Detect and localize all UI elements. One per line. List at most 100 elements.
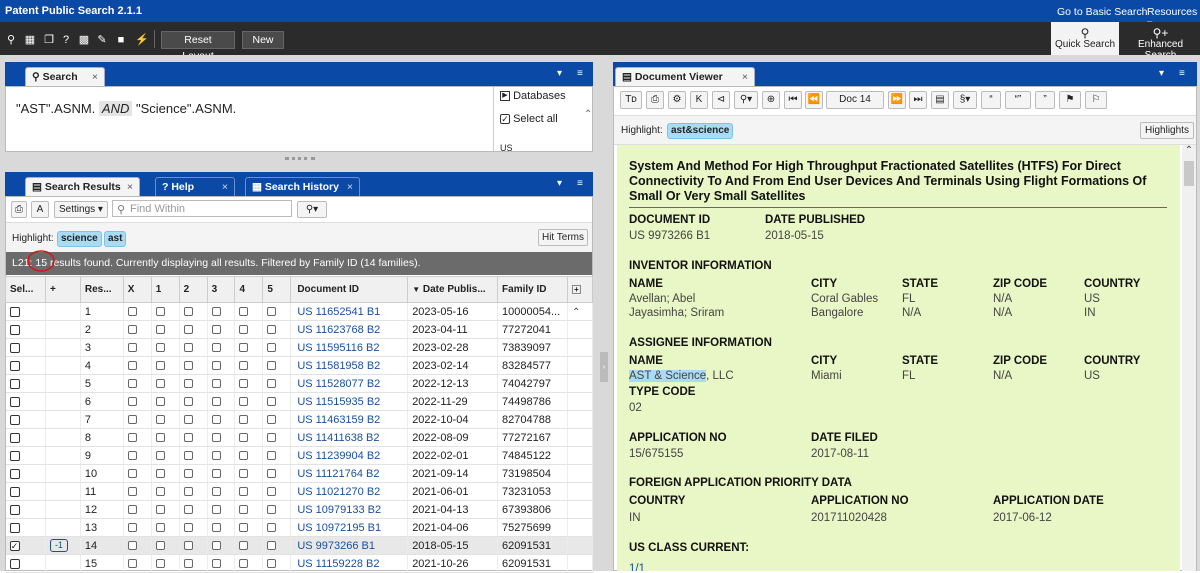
- row-flag-cell[interactable]: [123, 302, 152, 321]
- row-flag-cell[interactable]: [123, 410, 152, 429]
- row-flag-cell[interactable]: [179, 356, 208, 375]
- row-flag-cell[interactable]: [179, 392, 208, 411]
- row-flag-cell[interactable]: [262, 482, 292, 501]
- document-id-cell[interactable]: US 9973266 B1: [290, 536, 409, 555]
- row-flag-cell[interactable]: [262, 500, 292, 519]
- row-flag-checkbox[interactable]: [211, 451, 221, 461]
- col-date-published[interactable]: ▼ Date Publis...: [407, 276, 499, 303]
- row-flag-cell[interactable]: [179, 302, 208, 321]
- row-flag-cell[interactable]: [123, 392, 152, 411]
- row-select-checkbox[interactable]: [9, 558, 20, 569]
- document-id-link[interactable]: US 10972195 B1: [297, 522, 381, 534]
- row-expand-cell[interactable]: [45, 482, 81, 501]
- share-icon[interactable]: ⊲: [712, 91, 730, 109]
- row-flag-cell[interactable]: [151, 302, 180, 321]
- row-flag-checkbox[interactable]: [155, 469, 165, 479]
- row-flag-checkbox[interactable]: [155, 379, 165, 389]
- row-flag-checkbox[interactable]: [127, 361, 137, 371]
- document-id-link[interactable]: US 11239904 B2: [297, 450, 380, 462]
- table-row[interactable]: 12 US 10979133 B2 2021-04-13 67393806: [5, 500, 594, 519]
- note-icon[interactable]: ■: [115, 34, 127, 46]
- document-id-link[interactable]: US 11515935 B2: [297, 396, 380, 408]
- row-flag-checkbox[interactable]: [239, 523, 249, 533]
- document-id-link[interactable]: US 11121764 B2: [297, 468, 379, 480]
- document-id-cell[interactable]: US 11411638 B2: [290, 428, 409, 447]
- row-flag-cell[interactable]: [262, 392, 292, 411]
- pane-menu-icon[interactable]: ≡: [577, 68, 583, 79]
- row-flag-cell[interactable]: [234, 356, 264, 375]
- row-flag-checkbox[interactable]: [127, 541, 137, 551]
- document-id-cell[interactable]: US 11463159 B2: [290, 410, 409, 429]
- row-flag-checkbox[interactable]: [211, 325, 221, 335]
- family-badge[interactable]: -1: [49, 539, 68, 552]
- row-flag-cell[interactable]: [151, 446, 180, 465]
- row-flag-checkbox[interactable]: [183, 379, 193, 389]
- document-id-link[interactable]: US 11411638 B2: [297, 432, 379, 444]
- gear-icon[interactable]: ⚙: [668, 91, 686, 109]
- row-flag-checkbox[interactable]: [239, 397, 249, 407]
- row-flag-cell[interactable]: [262, 374, 292, 393]
- row-flag-cell[interactable]: [179, 446, 208, 465]
- row-flag-checkbox[interactable]: [155, 361, 165, 371]
- tab-search-results[interactable]: ▤ Search Results ×: [25, 177, 140, 196]
- table-row[interactable]: 15 US 11159228 B2 2021-10-26 62091531: [5, 554, 594, 573]
- row-flag-checkbox[interactable]: [127, 379, 137, 389]
- row-flag-cell[interactable]: [179, 374, 208, 393]
- row-flag-cell[interactable]: [151, 410, 180, 429]
- row-select-checkbox[interactable]: [9, 504, 20, 515]
- row-select-cell[interactable]: [5, 302, 46, 321]
- row-flag-cell[interactable]: [234, 392, 264, 411]
- row-flag-checkbox[interactable]: [267, 523, 277, 533]
- row-flag-checkbox[interactable]: [267, 541, 277, 551]
- row-flag-cell[interactable]: [234, 338, 264, 357]
- row-flag-cell[interactable]: [123, 536, 152, 555]
- select-all-checkbox[interactable]: ✓ Select all: [500, 113, 558, 125]
- chevron-down-icon[interactable]: ▾: [1159, 68, 1164, 79]
- row-expand-cell[interactable]: [45, 554, 81, 573]
- row-flag-checkbox[interactable]: [239, 505, 249, 515]
- row-flag-checkbox[interactable]: [267, 307, 277, 317]
- edit-icon[interactable]: ✎: [96, 34, 108, 46]
- row-flag-checkbox[interactable]: [211, 523, 221, 533]
- row-flag-cell[interactable]: [179, 464, 208, 483]
- row-flag-cell[interactable]: [123, 428, 152, 447]
- document-id-link[interactable]: US 11652541 B1: [297, 306, 380, 318]
- row-flag-cell[interactable]: [123, 500, 152, 519]
- tab-help[interactable]: ? Help ×: [155, 177, 235, 196]
- row-flag-checkbox[interactable]: [267, 559, 277, 569]
- row-select-checkbox[interactable]: [9, 486, 20, 497]
- table-row[interactable]: 7 US 11463159 B2 2022-10-04 82704788: [5, 410, 594, 429]
- row-flag-cell[interactable]: [207, 410, 236, 429]
- row-select-checkbox[interactable]: [9, 360, 20, 371]
- highlights-button[interactable]: Highlights: [1140, 122, 1194, 139]
- row-flag-cell[interactable]: [151, 338, 180, 357]
- row-select-cell[interactable]: [5, 374, 46, 393]
- row-flag-checkbox[interactable]: [267, 361, 277, 371]
- row-flag-cell[interactable]: [151, 374, 180, 393]
- reset-layout-button[interactable]: Reset Layout: [161, 31, 235, 62]
- row-flag-checkbox[interactable]: [267, 415, 277, 425]
- new-button[interactable]: New: [242, 31, 284, 49]
- table-row[interactable]: 8 US 11411638 B2 2022-08-09 77272167: [5, 428, 594, 447]
- row-select-cell[interactable]: [5, 428, 46, 447]
- row-flag-cell[interactable]: [234, 302, 264, 321]
- row-flag-checkbox[interactable]: [155, 523, 165, 533]
- row-flag-cell[interactable]: [207, 392, 236, 411]
- row-select-cell[interactable]: [5, 518, 46, 537]
- row-expand-cell[interactable]: [45, 338, 81, 357]
- table-row[interactable]: 2 US 11623768 B2 2023-04-11 77272041: [5, 320, 594, 339]
- col-expand[interactable]: +: [566, 276, 594, 303]
- row-flag-cell[interactable]: [179, 428, 208, 447]
- print-icon[interactable]: ⎙: [646, 91, 664, 109]
- row-flag-cell[interactable]: [234, 482, 264, 501]
- kwic-icon[interactable]: K: [690, 91, 708, 109]
- row-select-cell[interactable]: ✓: [5, 536, 46, 555]
- lightning-icon[interactable]: ⚡: [135, 34, 149, 46]
- row-flag-cell[interactable]: [179, 518, 208, 537]
- row-flag-cell[interactable]: [207, 302, 236, 321]
- document-id-link[interactable]: US 11159228 B2: [297, 558, 379, 570]
- row-flag-checkbox[interactable]: [155, 397, 165, 407]
- row-select-checkbox[interactable]: [9, 378, 20, 389]
- row-flag-checkbox[interactable]: [267, 325, 277, 335]
- row-flag-checkbox[interactable]: [239, 541, 249, 551]
